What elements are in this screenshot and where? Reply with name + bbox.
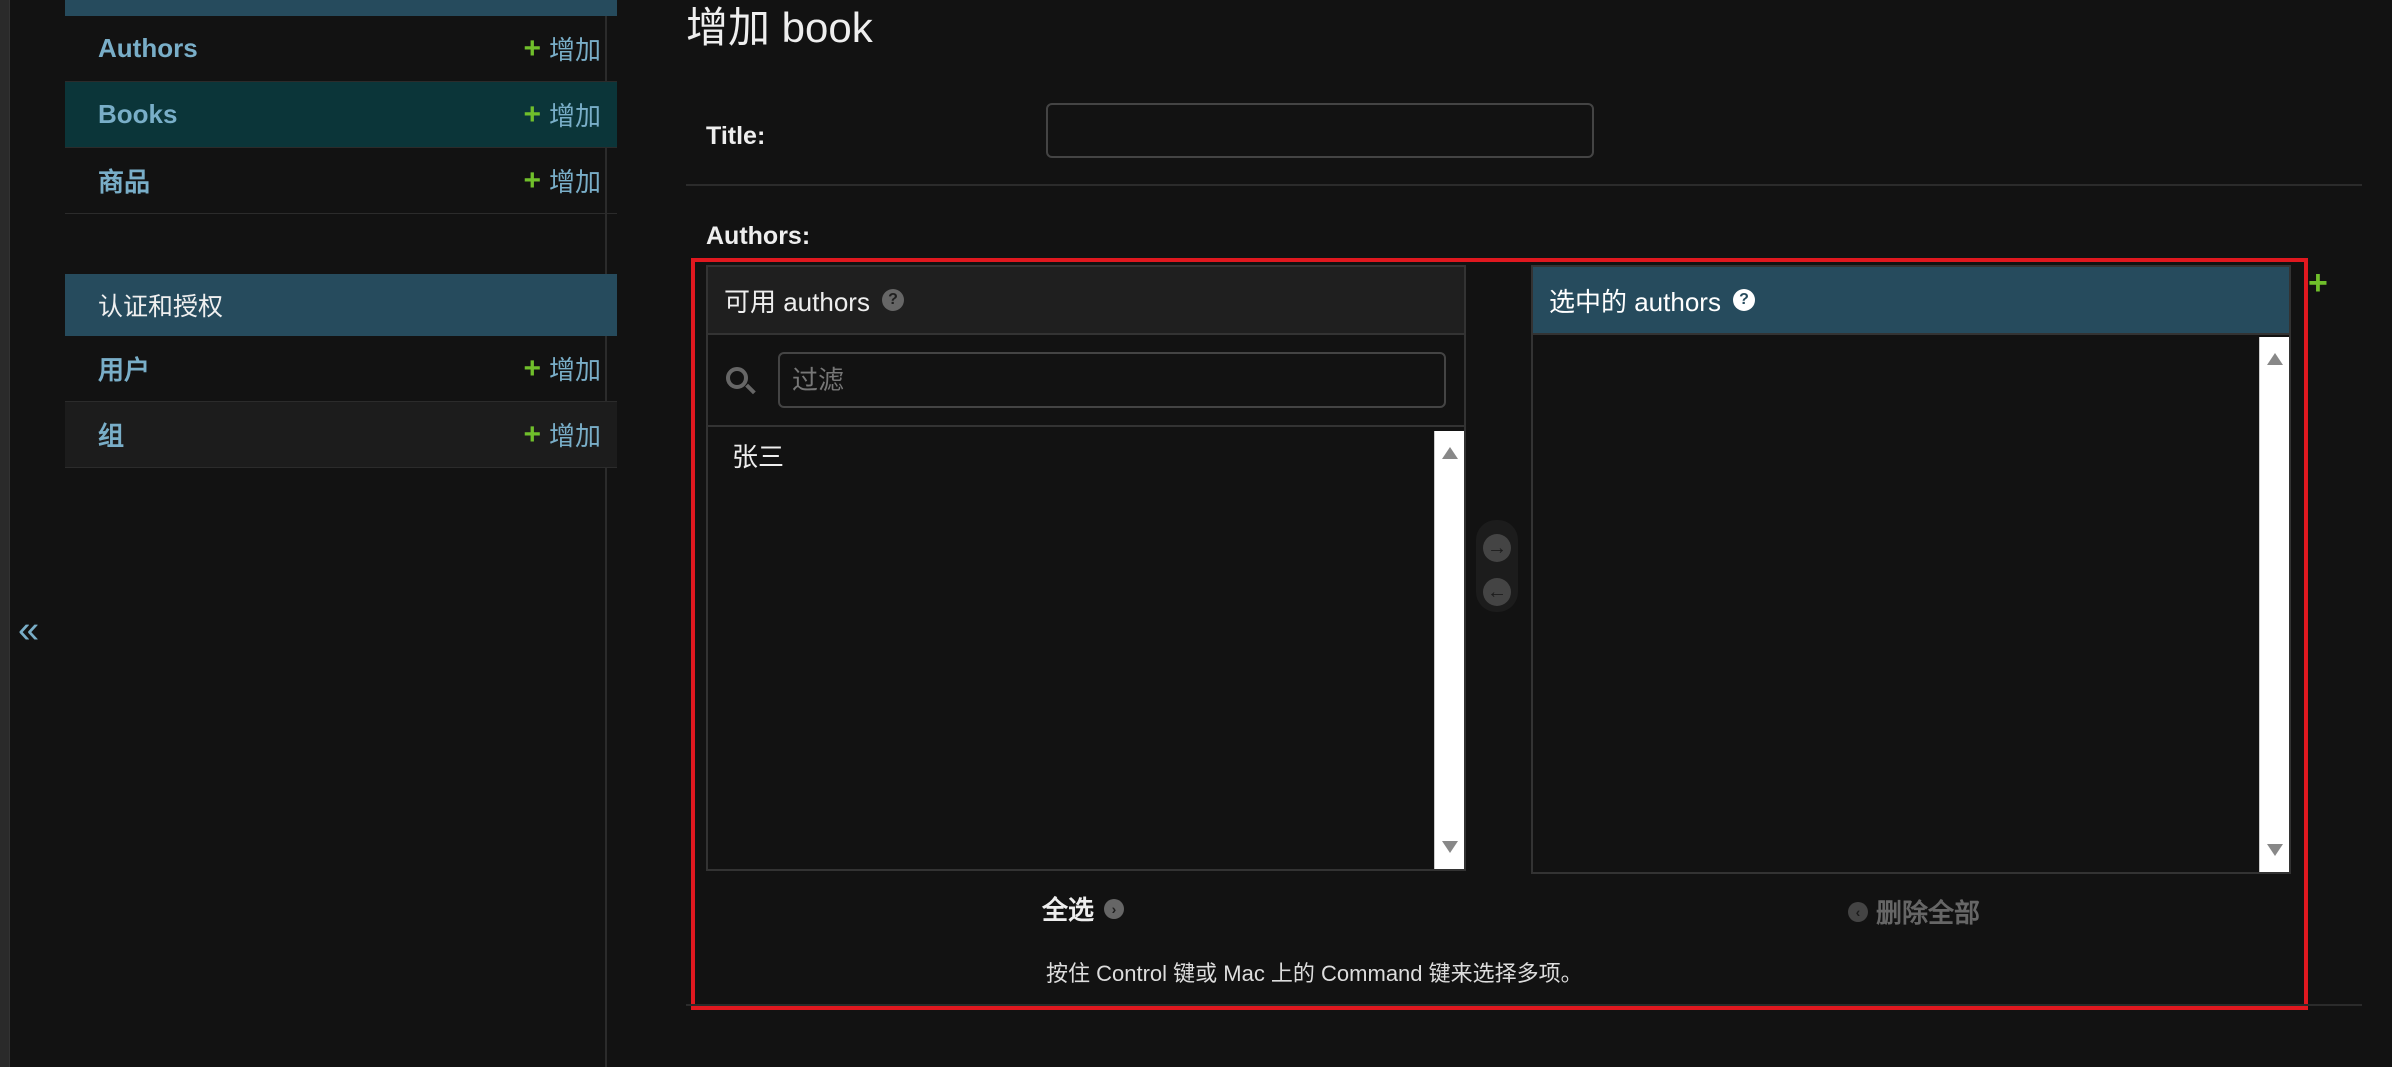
available-authors-box: 可用 authors ? 张三 bbox=[706, 265, 1466, 871]
chosen-authors-title: 选中的 authors bbox=[1549, 286, 1721, 317]
scroll-up-icon[interactable] bbox=[2267, 353, 2283, 365]
scroll-up-icon[interactable] bbox=[1442, 447, 1458, 459]
search-icon bbox=[724, 363, 758, 397]
add-goods-link[interactable]: + 增加 bbox=[523, 162, 601, 199]
auth-app-models-list: 认证和授权 用户 + 增加 组 + 增加 bbox=[65, 274, 617, 468]
help-icon[interactable]: ? bbox=[1732, 289, 1755, 311]
sidebar-item-books: Books + 增加 bbox=[65, 82, 617, 148]
filter-input[interactable] bbox=[778, 352, 1446, 408]
add-label: 增加 bbox=[548, 101, 601, 131]
plus-icon: + bbox=[523, 163, 541, 197]
add-authors-link[interactable]: + 增加 bbox=[523, 30, 601, 67]
model-link-groups[interactable]: 组 bbox=[98, 416, 124, 453]
add-users-link[interactable]: + 增加 bbox=[523, 350, 601, 387]
app-header-stub bbox=[65, 0, 617, 16]
chevron-right-icon: › bbox=[1104, 898, 1125, 919]
main-content: 增加 book Title: Authors: 可用 authors ? 张三 … bbox=[686, 0, 2366, 1067]
chevron-left-icon: ‹ bbox=[1848, 901, 1868, 922]
select-all-label: 全选 bbox=[1042, 895, 1095, 925]
divider bbox=[686, 1004, 2362, 1006]
available-authors-header: 可用 authors ? bbox=[708, 267, 1464, 335]
filter-row bbox=[708, 335, 1464, 427]
authors-label: Authors: bbox=[706, 222, 811, 250]
plus-icon: + bbox=[523, 31, 541, 65]
available-authors-list[interactable]: 张三 bbox=[708, 431, 1464, 869]
chosen-authors-list[interactable] bbox=[1533, 337, 2289, 872]
model-link-goods[interactable]: 商品 bbox=[98, 162, 150, 199]
model-link-users[interactable]: 用户 bbox=[98, 350, 150, 387]
list-item[interactable]: 张三 bbox=[708, 431, 1464, 480]
scrollbar[interactable] bbox=[1434, 431, 1464, 869]
available-authors-title: 可用 authors bbox=[724, 286, 870, 317]
scroll-down-icon[interactable] bbox=[1442, 841, 1458, 853]
title-form-row: Title: bbox=[686, 88, 2362, 186]
add-label: 增加 bbox=[548, 421, 601, 451]
title-input[interactable] bbox=[1046, 103, 1594, 158]
add-books-link[interactable]: + 增加 bbox=[523, 96, 601, 133]
add-label: 增加 bbox=[548, 35, 601, 65]
model-link-authors[interactable]: Authors bbox=[98, 33, 198, 64]
chosen-authors-box: 选中的 authors ? bbox=[1531, 265, 2291, 874]
model-link-books[interactable]: Books bbox=[98, 99, 177, 130]
sidebar-item-users: 用户 + 增加 bbox=[65, 336, 617, 402]
add-related-author-icon[interactable]: + bbox=[2308, 264, 2328, 303]
left-edge-strip bbox=[0, 0, 10, 1067]
remove-all-link[interactable]: ‹ 删除全部 bbox=[1848, 893, 1980, 930]
help-icon[interactable]: ? bbox=[881, 289, 904, 311]
page-title: 增加 book bbox=[686, 4, 873, 51]
sidebar-item-goods: 商品 + 增加 bbox=[65, 148, 617, 214]
add-label: 增加 bbox=[548, 355, 601, 385]
scroll-down-icon[interactable] bbox=[2267, 844, 2283, 856]
remove-all-label: 删除全部 bbox=[1876, 898, 1981, 928]
add-groups-link[interactable]: + 增加 bbox=[523, 416, 601, 453]
sidebar-collapse-toggle[interactable]: « bbox=[18, 610, 39, 650]
sidebar-item-groups: 组 + 增加 bbox=[65, 402, 617, 468]
sidebar-nav: Authors + 增加 Books + 增加 商品 + 增加 认证和授权 用户 bbox=[10, 0, 617, 1067]
add-label: 增加 bbox=[548, 167, 601, 197]
plus-icon: + bbox=[523, 417, 541, 451]
select-all-link[interactable]: 全选 › bbox=[1042, 890, 1125, 927]
chosen-authors-header: 选中的 authors ? bbox=[1533, 267, 2289, 335]
plus-icon: + bbox=[523, 351, 541, 385]
sidebar-item-authors: Authors + 增加 bbox=[65, 16, 617, 82]
multi-select-help-text: 按住 Control 键或 Mac 上的 Command 键来选择多项。 bbox=[1046, 961, 1583, 986]
remove-arrow-icon[interactable]: ← bbox=[1483, 578, 1511, 606]
app-caption-auth[interactable]: 认证和授权 bbox=[65, 274, 617, 336]
choose-arrow-icon[interactable]: → bbox=[1483, 534, 1511, 562]
plus-icon: + bbox=[523, 97, 541, 131]
title-label: Title: bbox=[706, 122, 766, 150]
scrollbar[interactable] bbox=[2259, 337, 2289, 872]
app-models-list: Authors + 增加 Books + 增加 商品 + 增加 bbox=[65, 16, 617, 214]
selector-mover: → ← bbox=[1476, 520, 1518, 612]
